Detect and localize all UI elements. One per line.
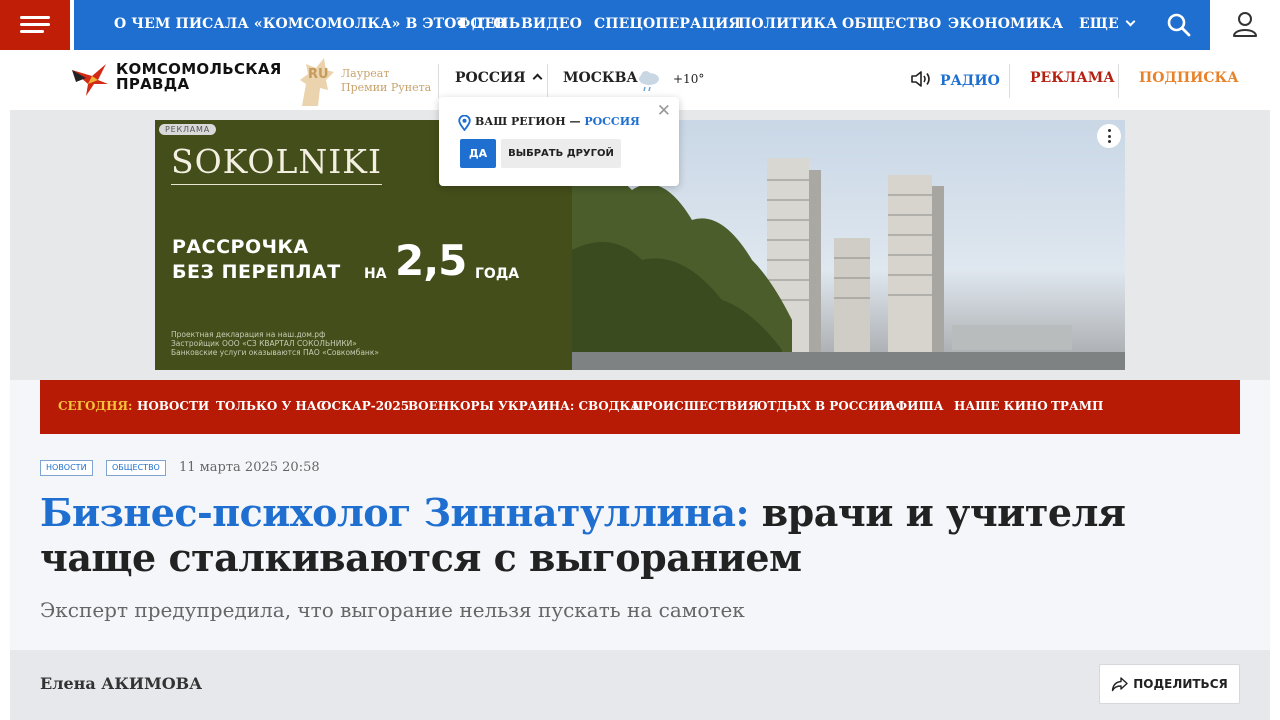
article-author[interactable]: Елена АКИМОВА: [40, 674, 202, 693]
nav-more-label: ЕЩЕ: [1079, 16, 1119, 32]
nav-item-economics[interactable]: ЭКОНОМИКА: [948, 16, 1063, 32]
chevron-down-icon: [1125, 16, 1136, 27]
region-question: ВАШ РЕГИОН — РОССИЯ: [475, 115, 640, 128]
ad-promo-line-1: РАССРОЧКА: [172, 236, 309, 258]
user-icon[interactable]: [1231, 10, 1259, 38]
advertising-link[interactable]: РЕКЛАМА: [1030, 70, 1115, 86]
ad-promo-line-2: БЕЗ ПЕРЕПЛАТ: [172, 261, 341, 283]
divider: [1118, 64, 1119, 98]
today-item-oscar[interactable]: ОСКАР-2025: [321, 399, 409, 413]
radio-label: РАДИО: [940, 73, 1000, 89]
divider: [547, 64, 548, 98]
tag-society[interactable]: ОБЩЕСТВО: [106, 460, 166, 476]
temperature: +10°: [673, 72, 705, 86]
today-item-incidents[interactable]: ПРОИСШЕСТВИЯ: [632, 399, 759, 413]
ad-brand-underline: [171, 184, 382, 185]
ad-options-icon[interactable]: [1097, 124, 1121, 148]
ad-promo-number: 2,5: [395, 236, 467, 285]
radio-link[interactable]: РАДИО: [910, 70, 1000, 89]
share-label: ПОДЕЛИТЬСЯ: [1133, 677, 1228, 691]
today-item-russia-travel[interactable]: ОТДЫХ В РОССИИ: [757, 399, 891, 413]
region-popup: ✕ ВАШ РЕГИОН — РОССИЯ ДА ВЫБРАТЬ ДРУГОЙ: [439, 97, 679, 186]
article-title-highlight: Бизнес-психолог Зиннатуллина:: [40, 490, 750, 535]
logo-bird-icon[interactable]: [70, 62, 110, 98]
svg-text:RU: RU: [308, 67, 329, 82]
ad-brand: SOKOLNIKI: [171, 142, 382, 181]
today-item-exclusive[interactable]: ТОЛЬКО У НАС: [216, 399, 326, 413]
main-nav-bar: О ЧЕМ ПИСАЛА «КОМСОМОЛКА» В ЭТОТ ДЕНЬ ФО…: [74, 0, 1210, 50]
top-navigation: О ЧЕМ ПИСАЛА «КОМСОМОЛКА» В ЭТОТ ДЕНЬ ФО…: [0, 0, 1280, 50]
tag-news[interactable]: НОВОСТИ: [40, 460, 93, 476]
close-icon[interactable]: ✕: [657, 101, 671, 121]
today-item-ukraine[interactable]: УКРАИНА: СВОДКА: [498, 399, 640, 413]
today-bar: СЕГОДНЯ: НОВОСТИ ТОЛЬКО У НАС ОСКАР-2025…: [40, 380, 1240, 434]
award-caption: Лауреат Премии Рунета: [341, 67, 431, 95]
region-selector[interactable]: РОССИЯ: [455, 70, 543, 86]
site-logo[interactable]: КОМСОМОЛЬСКАЯ ПРАВДА: [116, 62, 282, 92]
choose-other-region-button[interactable]: ВЫБРАТЬ ДРУГОЙ: [501, 139, 621, 168]
ad-disclaimer-line-3: Банковские услуги оказываются ПАО «Совко…: [171, 348, 379, 357]
today-item-afisha[interactable]: АФИША: [886, 399, 944, 413]
runet-award-icon: RU: [300, 58, 334, 106]
ad-promo-years: ГОДА: [475, 266, 520, 282]
ad-badge: РЕКЛАМА: [159, 124, 217, 135]
divider: [438, 64, 439, 98]
article-subtitle: Эксперт предупредила, что выгорание нель…: [40, 598, 745, 622]
award-line-1: Лауреат: [341, 67, 390, 80]
location-pin-icon: [458, 115, 471, 131]
logo-line-2: ПРАВДА: [116, 75, 190, 93]
nav-item-politics[interactable]: ПОЛИТИКА: [738, 16, 838, 32]
publish-date: 11 марта 2025 20:58: [179, 460, 320, 475]
ad-promo-na: НА: [364, 266, 387, 282]
award-line-2: Премии Рунета: [341, 81, 432, 94]
region-question-label: ВАШ РЕГИОН —: [475, 115, 581, 128]
speaker-icon: [911, 71, 930, 87]
nav-item-photo[interactable]: ФОТО: [457, 16, 506, 32]
hamburger-menu-icon[interactable]: [0, 0, 70, 50]
share-arrow-icon: [1112, 677, 1128, 692]
nav-item-more[interactable]: ЕЩЕ: [1079, 16, 1136, 32]
share-button[interactable]: ПОДЕЛИТЬСЯ: [1099, 664, 1240, 704]
today-label: СЕГОДНЯ:: [58, 399, 133, 413]
today-item-war-correspondents[interactable]: ВОЕНКОРЫ: [408, 399, 494, 413]
confirm-region-button[interactable]: ДА: [460, 139, 496, 168]
region-question-value: РОССИЯ: [584, 115, 640, 128]
nav-item-video[interactable]: ВИДЕО: [521, 16, 582, 32]
article-title: Бизнес-психолог Зиннатуллина: врачи и уч…: [40, 490, 1240, 580]
nav-item-special-operation[interactable]: СПЕЦОПЕРАЦИЯ: [594, 16, 741, 32]
divider: [1009, 64, 1010, 98]
chevron-up-icon: [532, 73, 543, 84]
search-icon[interactable]: [1166, 12, 1192, 38]
ad-disclaimer-line-1: Проектная декларация на наш.дом.рф: [171, 330, 326, 339]
region-label: РОССИЯ: [455, 70, 526, 86]
today-item-news[interactable]: НОВОСТИ: [137, 399, 209, 413]
nav-item-society[interactable]: ОБЩЕСТВО: [842, 16, 941, 32]
ad-disclaimer: Проектная декларация на наш.дом.рф Застр…: [171, 330, 379, 357]
city-label[interactable]: МОСКВА: [563, 70, 638, 86]
rain-cloud-icon: [639, 71, 659, 92]
subscription-link[interactable]: ПОДПИСКА: [1139, 70, 1239, 86]
today-item-trump[interactable]: ТРАМП: [1051, 399, 1103, 413]
ad-disclaimer-line-2: Застройщик ООО «СЗ КВАРТАЛ СОКОЛЬНИКИ»: [171, 339, 357, 348]
today-item-our-cinema[interactable]: НАШЕ КИНО: [954, 399, 1048, 413]
